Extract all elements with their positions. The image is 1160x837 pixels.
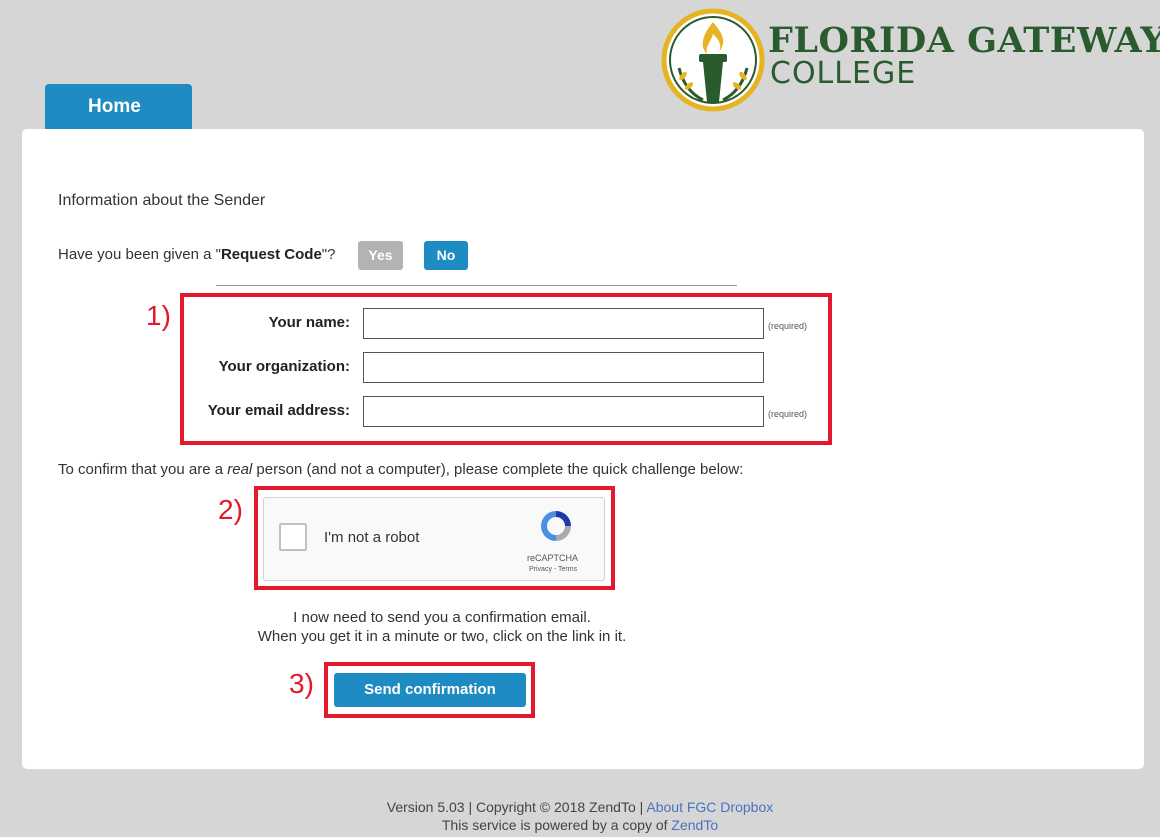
- recaptcha-logo-icon: [541, 511, 571, 541]
- recaptcha-privacy-terms[interactable]: Privacy - Terms: [529, 566, 577, 573]
- email-required-note: (required): [768, 409, 808, 419]
- request-code-prefix: Have you been given a ": [58, 246, 221, 263]
- email-field[interactable]: [363, 396, 764, 427]
- request-code-term: Request Code: [220, 246, 322, 263]
- captcha-intro-before: To confirm that you are a: [58, 461, 228, 478]
- name-field[interactable]: [363, 308, 764, 339]
- recaptcha-checkbox[interactable]: [279, 523, 307, 551]
- recaptcha-brand: reCAPTCHA: [527, 553, 579, 563]
- divider: [216, 285, 737, 286]
- logo-subtitle: COLLEGE: [770, 56, 917, 91]
- confirmation-text-1: I now need to send you a confirmation em…: [293, 609, 591, 626]
- tab-home-label: Home: [88, 96, 141, 117]
- about-link[interactable]: About FGC Dropbox: [646, 799, 773, 815]
- yes-button[interactable]: Yes: [358, 241, 403, 270]
- main-panel: [22, 129, 1144, 769]
- footer-powered-line: This service is powered by a copy of Zen…: [0, 817, 1160, 833]
- confirmation-text-2: When you get it in a minute or two, clic…: [257, 628, 627, 645]
- captcha-intro: To confirm that you are a real person (a…: [58, 461, 743, 478]
- recaptcha-label: I'm not a robot: [324, 529, 420, 546]
- captcha-intro-after: person (and not a computer), please comp…: [252, 461, 744, 478]
- footer-version-line: Version 5.03 | Copyright © 2018 ZendTo |…: [0, 799, 1160, 815]
- organization-label: Your organization:: [218, 358, 350, 375]
- torch-emblem-icon: [661, 8, 765, 112]
- request-code-suffix: "?: [321, 246, 336, 263]
- name-label: Your name:: [268, 314, 350, 331]
- organization-field[interactable]: [363, 352, 764, 383]
- email-label: Your email address:: [207, 402, 350, 419]
- name-required-note: (required): [768, 321, 808, 331]
- footer-version: Version 5.03 | Copyright © 2018 ZendTo |: [386, 799, 647, 815]
- logo-title: FLORIDA GATEWAY: [768, 20, 1160, 61]
- request-code-question: Have you been given a "Request Code"?: [58, 246, 335, 263]
- sender-section-title: Information about the Sender: [58, 192, 266, 209]
- annotation-3: 3): [289, 668, 314, 699]
- tab-home[interactable]: Home: [45, 84, 192, 129]
- footer-powered-prefix: This service is powered by a copy of: [441, 817, 672, 833]
- captcha-intro-italic: real: [227, 461, 253, 478]
- send-confirmation-button[interactable]: Send confirmation: [334, 673, 526, 707]
- no-button[interactable]: No: [424, 241, 468, 270]
- annotation-2: 2): [218, 494, 243, 525]
- zendto-link[interactable]: ZendTo: [671, 817, 718, 833]
